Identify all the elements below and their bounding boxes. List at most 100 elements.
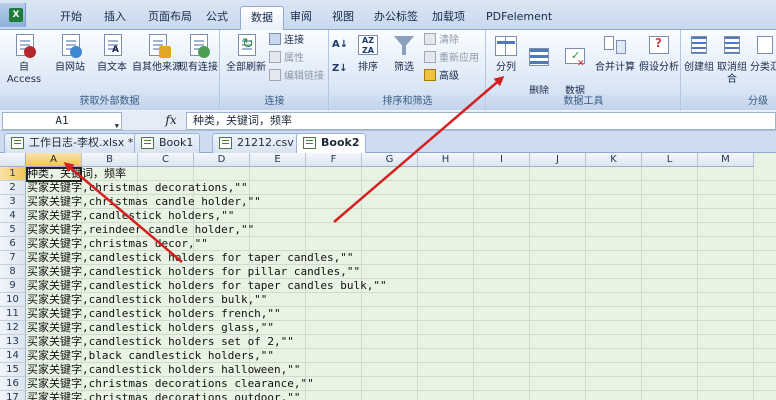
tab-data[interactable]: 数据	[240, 6, 284, 31]
from-access-button[interactable]: 自 Access	[2, 32, 46, 86]
cell-a17[interactable]: 买家关键字,christmas decorations outdoor,""	[27, 391, 301, 400]
column-header-f[interactable]: F	[306, 153, 362, 167]
tab-office-tabs[interactable]: 办公标签	[364, 6, 428, 30]
cell-a9[interactable]: 买家关键字,candlestick holders for taper cand…	[27, 279, 387, 293]
group-button[interactable]: 创建组	[684, 32, 714, 74]
tab-review[interactable]: 审阅	[280, 6, 322, 30]
tab-insert[interactable]: 插入	[94, 6, 136, 30]
clear-button[interactable]: 清除	[424, 32, 459, 50]
cell-a12[interactable]: 买家关键字,candlestick holders glass,""	[27, 321, 274, 335]
cell-a4[interactable]: 买家关键字,candlestick holders,""	[27, 209, 234, 223]
spreadsheet-grid[interactable]: ABCDEFGHIJKLM 1 种类，关键词，频率 2 买家关键字,christmas…	[0, 153, 776, 400]
column-header-d[interactable]: D	[194, 153, 250, 167]
row-header[interactable]: 9	[0, 279, 26, 293]
cell-a15[interactable]: 买家关键字,candlestick holders halloween,""	[27, 363, 301, 377]
tab-formulas[interactable]: 公式	[196, 6, 238, 30]
column-header-i[interactable]: I	[474, 153, 530, 167]
refresh-all-button[interactable]: ↻ 全部刷新	[225, 32, 267, 74]
column-header-l[interactable]: L	[642, 153, 698, 167]
cell-keyword-text: ,candlestick holders french,""	[82, 307, 281, 320]
group-data-tools: 分列 删除 重复项 ✓✕ 数据 有效性 合并计算 ? 假设分析 数据工具	[487, 30, 681, 110]
column-header-j[interactable]: J	[530, 153, 586, 167]
cell-a11[interactable]: 买家关键字,candlestick holders french,""	[27, 307, 281, 321]
row-header[interactable]: 14	[0, 349, 26, 363]
ungroup-button[interactable]: 取消组合	[714, 32, 750, 86]
column-header-e[interactable]: E	[250, 153, 306, 167]
insert-function-button[interactable]: fx	[160, 112, 182, 130]
consolidate-icon	[601, 32, 629, 60]
reapply-button[interactable]: 重新应用	[424, 50, 479, 68]
column-header-m[interactable]: M	[698, 153, 754, 167]
tab-home[interactable]: 开始	[50, 6, 92, 30]
cell-a5[interactable]: 买家关键字,reindeer candle holder,""	[27, 223, 254, 237]
sort-button[interactable]: AZ ZA 排序	[352, 32, 384, 74]
workbook-tab-worklog[interactable]: 工作日志-李权.xlsx *	[4, 133, 141, 153]
workbook-tab-21212[interactable]: 21212.csv	[212, 133, 301, 153]
column-divider	[529, 167, 530, 400]
cell-a16[interactable]: 买家关键字,christmas decorations clearance,""	[27, 377, 314, 391]
what-if-analysis-button[interactable]: ? 假设分析	[637, 32, 681, 74]
row-header[interactable]: 10	[0, 293, 26, 307]
existing-connections-label: 现有连接	[178, 62, 218, 73]
cell-a10[interactable]: 买家关键字,candlestick holders bulk,""	[27, 293, 267, 307]
cell-a8[interactable]: 买家关键字,candlestick holders for pillar can…	[27, 265, 360, 279]
column-header-g[interactable]: G	[362, 153, 418, 167]
column-header-h[interactable]: H	[418, 153, 474, 167]
column-header-c[interactable]: C	[138, 153, 194, 167]
row-header[interactable]: 2	[0, 181, 26, 195]
row-header[interactable]: 6	[0, 237, 26, 251]
group-sort-filter-label: 排序和筛选	[330, 94, 485, 110]
column-header-b[interactable]: B	[82, 153, 138, 167]
sort-asc-button[interactable]: A↓	[332, 36, 348, 54]
row-header[interactable]: 1	[0, 167, 26, 181]
from-web-button[interactable]: 自网站	[50, 32, 90, 74]
row-header[interactable]: 7	[0, 251, 26, 265]
workbook-tab-book2[interactable]: Book2	[296, 133, 367, 154]
column-header-k[interactable]: K	[586, 153, 642, 167]
name-box[interactable]: A1 ▼	[2, 112, 122, 130]
office-button[interactable]: X	[0, 3, 26, 27]
tab-addins[interactable]: 加载项	[422, 6, 475, 30]
cell-a2[interactable]: 买家关键字,christmas decorations,""	[27, 181, 248, 195]
tab-page-layout[interactable]: 页面布局	[138, 6, 202, 30]
row-header[interactable]: 13	[0, 335, 26, 349]
cell-keyword-text: ,reindeer candle holder,""	[82, 223, 255, 236]
row-header[interactable]: 5	[0, 223, 26, 237]
connections-button[interactable]: 连接	[269, 32, 304, 50]
row-header[interactable]: 17	[0, 391, 26, 400]
group-sort-filter: A↓ Z↓ AZ ZA 排序 筛选 清除 重新应用 高级 排序和筛选	[330, 30, 486, 110]
consolidate-button[interactable]: 合并计算	[593, 32, 637, 74]
select-all-corner[interactable]	[0, 153, 26, 167]
cell-a6[interactable]: 买家关键字,christmas decor,""	[27, 237, 208, 251]
cell-a7[interactable]: 买家关键字,candlestick holders for taper cand…	[27, 251, 354, 265]
cell-keyword-text: ,christmas candle holder,""	[82, 195, 261, 208]
subtotal-button[interactable]: 分类汇	[750, 32, 776, 74]
from-text-button[interactable]: A 自文本	[92, 32, 132, 74]
column-header-a[interactable]: A	[26, 153, 82, 167]
cell-keyword-text: ,christmas decorations,""	[82, 181, 248, 194]
row-header[interactable]: 15	[0, 363, 26, 377]
row-header[interactable]: 12	[0, 321, 26, 335]
existing-connections-button[interactable]: 现有连接	[176, 32, 220, 74]
cell-a13[interactable]: 买家关键字,candlestick holders set of 2,""	[27, 335, 294, 349]
row-header[interactable]: 4	[0, 209, 26, 223]
row-header[interactable]: 11	[0, 307, 26, 321]
edit-links-button[interactable]: 编辑链接	[269, 68, 324, 86]
sort-desc-button[interactable]: Z↓	[332, 60, 348, 78]
properties-button[interactable]: 属性	[269, 50, 304, 68]
from-other-sources-button[interactable]: 自其他来源	[132, 32, 182, 74]
filter-button[interactable]: 筛选	[388, 32, 420, 74]
tab-view[interactable]: 视图	[322, 6, 364, 30]
cell-keyword-text: ,candlestick holders bulk,""	[82, 293, 268, 306]
cell-a14[interactable]: 买家关键字,black candlestick holders,""	[27, 349, 274, 363]
text-to-columns-button[interactable]: 分列	[489, 32, 523, 74]
tab-pdfelement[interactable]: PDFelement	[476, 6, 562, 30]
formula-input[interactable]: 种类，关键词，频率	[186, 112, 776, 130]
row-header[interactable]: 8	[0, 265, 26, 279]
cell-a3[interactable]: 买家关键字,christmas candle holder,""	[27, 195, 261, 209]
workbook-tab-book1[interactable]: Book1	[134, 133, 201, 153]
cell-keyword-text: ,candlestick holders,""	[82, 209, 235, 222]
row-header[interactable]: 3	[0, 195, 26, 209]
row-header[interactable]: 16	[0, 377, 26, 391]
advanced-filter-button[interactable]: 高级	[424, 68, 459, 86]
